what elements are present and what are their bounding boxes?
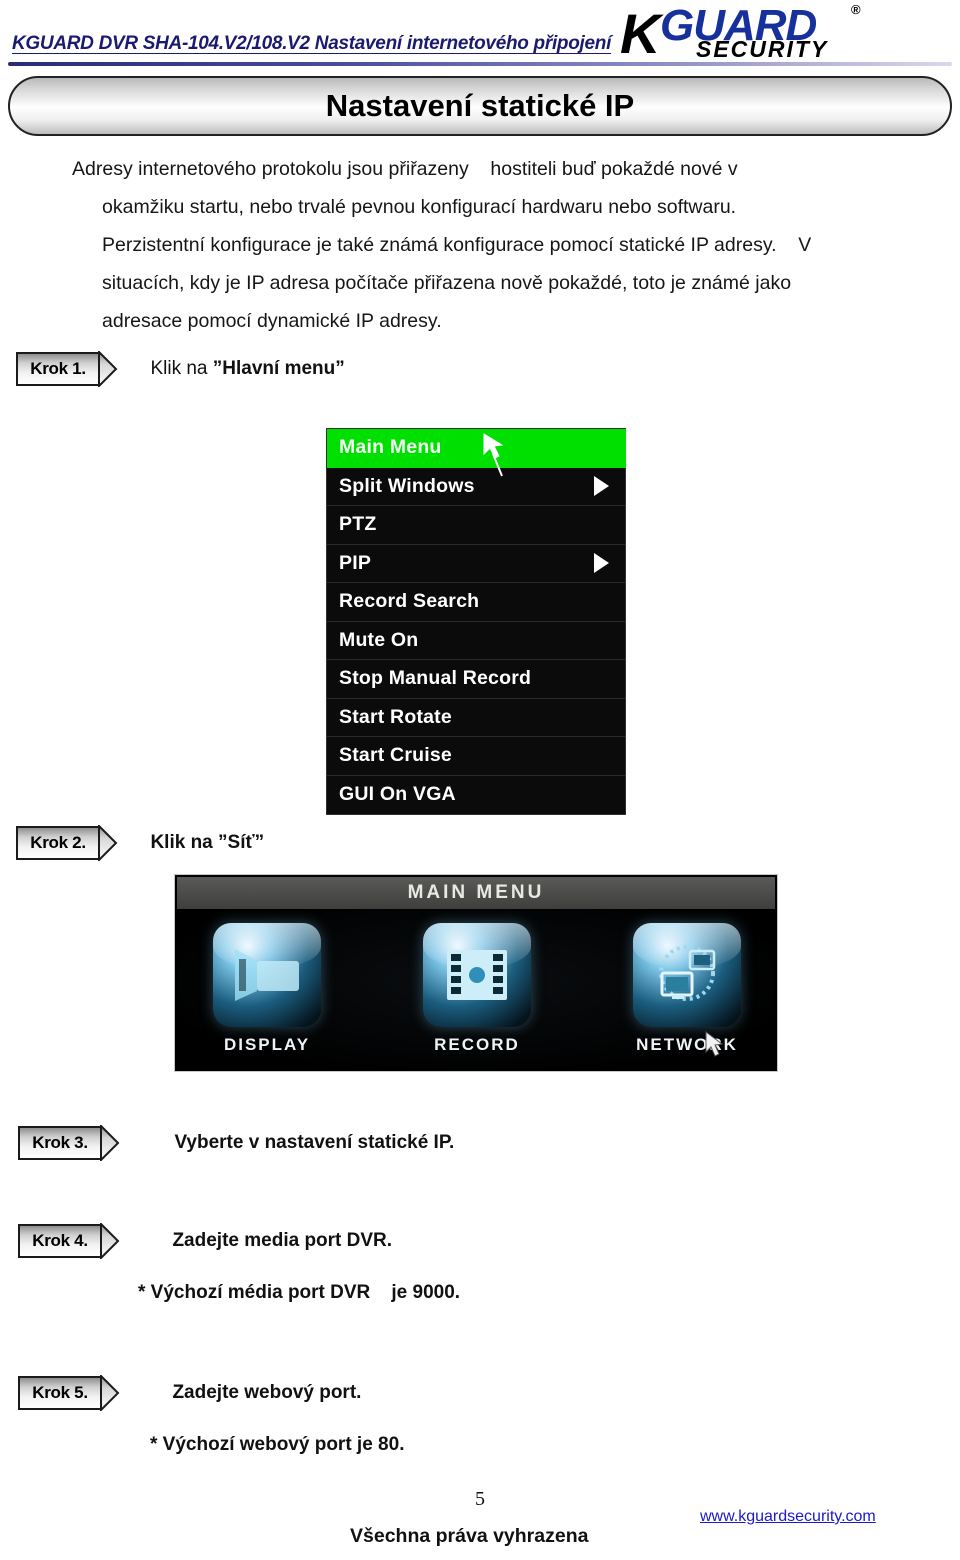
step-note-4: * Výchozí média port DVR je 9000.: [138, 1282, 461, 1303]
step-chip-label: Krok 1.: [30, 359, 86, 378]
intro-paragraph: Adresy internetového protokolu jsou přiř…: [72, 150, 912, 340]
dvr-menu-body: DISPLAY RECORD NETWORK: [177, 909, 775, 1069]
step-chip-4: Krok 4.: [18, 1221, 136, 1261]
step-text-quoted: ”Hlavní menu”: [212, 358, 345, 379]
page-title: Nastavení statické IP: [325, 88, 635, 123]
dvr-tile-record[interactable]: RECORD: [397, 923, 557, 1069]
logo-word-security: SECURITY: [696, 36, 829, 62]
step-text-3: Vyberte v nastavení statické IP.: [174, 1132, 455, 1153]
kguard-logo: K GUARD SECURITY ®: [620, 2, 880, 65]
osd-item-label: Stop Manual Record: [339, 667, 532, 690]
step-chip-5: Krok 5.: [18, 1373, 136, 1413]
osd-item-main-menu[interactable]: Main Menu: [327, 429, 626, 468]
step-row-2: Krok 2. Klik na ”Síť”: [16, 823, 264, 863]
step-text-5: Zadejte webový port.: [172, 1382, 362, 1403]
dvr-main-menu-screenshot: MAIN MENU DISPLAY RECORD NETWORK: [174, 874, 778, 1072]
step-chip-label: Krok 2.: [30, 833, 86, 852]
osd-main-menu-screenshot: Main Menu Split Windows PTZ PIP Record S…: [326, 428, 626, 815]
chevron-right-icon: [100, 1123, 136, 1163]
osd-item-mute-on[interactable]: Mute On: [327, 621, 625, 660]
network-globe-icon: [633, 923, 741, 1027]
step-chip-box: Krok 4.: [18, 1224, 102, 1258]
osd-item-label: Split Windows: [339, 474, 475, 497]
step-chip-2: Krok 2.: [16, 823, 134, 863]
osd-item-label: GUI On VGA: [339, 783, 456, 806]
osd-item-label: Record Search: [339, 590, 480, 613]
camera-icon: [213, 923, 321, 1027]
page-title-banner: Nastavení statické IP: [8, 76, 952, 136]
osd-item-start-rotate[interactable]: Start Rotate: [327, 698, 625, 737]
intro-line-1: Adresy internetového protokolu jsou přiř…: [72, 158, 738, 180]
step-chip-box: Krok 1.: [16, 352, 100, 386]
step-chip-box: Krok 2.: [16, 826, 100, 860]
footer-website-link[interactable]: www.kguardsecurity.com: [700, 1508, 876, 1526]
dvr-tile-label: NETWORK: [636, 1035, 738, 1054]
step-row-1: Krok 1. Klik na ”Hlavní menu”: [16, 349, 345, 389]
osd-item-ptz[interactable]: PTZ: [327, 506, 625, 545]
osd-item-pip[interactable]: PIP: [327, 544, 625, 583]
chevron-right-icon: [100, 1221, 136, 1261]
intro-line-4: situacích, kdy je IP adresa počítače při…: [102, 272, 792, 294]
dvr-titlebar: MAIN MENU: [177, 877, 775, 909]
step-text-4: Zadejte media port DVR.: [172, 1230, 393, 1251]
step-text-1: Klik na ”Hlavní menu”: [150, 358, 344, 380]
osd-item-label: Start Rotate: [339, 705, 452, 728]
osd-item-start-cruise[interactable]: Start Cruise: [327, 737, 625, 776]
step-note-5: * Výchozí webový port je 80.: [150, 1434, 405, 1455]
osd-item-record-search[interactable]: Record Search: [327, 583, 625, 622]
submenu-triangle-icon: [594, 553, 609, 574]
intro-line-3: Perzistentní konfigurace je také známá k…: [102, 234, 812, 256]
step-row-5: Krok 5. Zadejte webový port.: [18, 1373, 362, 1413]
step-text-quoted: ”Síť”: [218, 832, 265, 853]
osd-item-label: Mute On: [339, 628, 419, 651]
chevron-right-icon: [98, 823, 134, 863]
mouse-cursor-icon: [704, 1031, 726, 1061]
dvr-tile-display[interactable]: DISPLAY: [187, 923, 347, 1069]
osd-item-label: Start Cruise: [339, 744, 452, 767]
step-chip-box: Krok 5.: [18, 1376, 102, 1410]
document-header: KGUARD DVR SHA-104.V2/108.V2 Nastavení i…: [0, 0, 960, 72]
step-text-2: Klik na ”Síť”: [150, 832, 264, 854]
film-reel-icon: [423, 923, 531, 1027]
dvr-tile-label: DISPLAY: [223, 1035, 311, 1054]
registered-trademark-icon: ®: [851, 2, 861, 17]
osd-item-label: Main Menu: [339, 436, 442, 459]
osd-item-split-windows[interactable]: Split Windows: [327, 467, 625, 506]
step-chip-3: Krok 3.: [18, 1123, 136, 1163]
osd-item-label: PIP: [339, 551, 372, 574]
step-chip-label: Krok 3.: [32, 1133, 88, 1152]
dvr-title-text: MAIN MENU: [407, 882, 545, 903]
osd-item-label: PTZ: [339, 513, 377, 536]
header-divider-rule: [8, 62, 952, 66]
step-text-prefix: Klik na: [150, 832, 219, 853]
network-monitor-glyph-icon: [633, 923, 741, 1027]
step-row-4: Krok 4. Zadejte media port DVR.: [18, 1221, 393, 1261]
dvr-tile-network[interactable]: NETWORK: [607, 923, 767, 1069]
intro-line-5: adresace pomocí dynamické IP adresy.: [102, 310, 442, 332]
film-strip-glyph-icon: [423, 923, 531, 1027]
step-chip-label: Krok 4.: [32, 1231, 88, 1250]
header-title: KGUARD DVR SHA-104.V2/108.V2 Nastavení i…: [12, 33, 612, 54]
step-text-prefix: Klik na: [150, 358, 213, 379]
camera-glyph-icon: [213, 923, 321, 1027]
footer-copyright: Všechna práva vyhrazena: [350, 1525, 589, 1547]
step-chip-1: Krok 1.: [16, 349, 134, 389]
dvr-tile-label: RECORD: [434, 1035, 520, 1054]
logo-letter-k: K: [620, 2, 661, 65]
step-chip-label: Krok 5.: [32, 1383, 88, 1402]
step-chip-box: Krok 3.: [18, 1126, 102, 1160]
chevron-right-icon: [98, 349, 134, 389]
osd-item-gui-on-vga[interactable]: GUI On VGA: [327, 775, 625, 814]
intro-line-2: okamžiku startu, nebo trvalé pevnou konf…: [102, 196, 737, 218]
submenu-triangle-icon: [594, 476, 609, 497]
chevron-right-icon: [100, 1373, 136, 1413]
step-row-3: Krok 3. Vyberte v nastavení statické IP.: [18, 1123, 455, 1163]
osd-item-stop-manual-record[interactable]: Stop Manual Record: [327, 660, 625, 699]
